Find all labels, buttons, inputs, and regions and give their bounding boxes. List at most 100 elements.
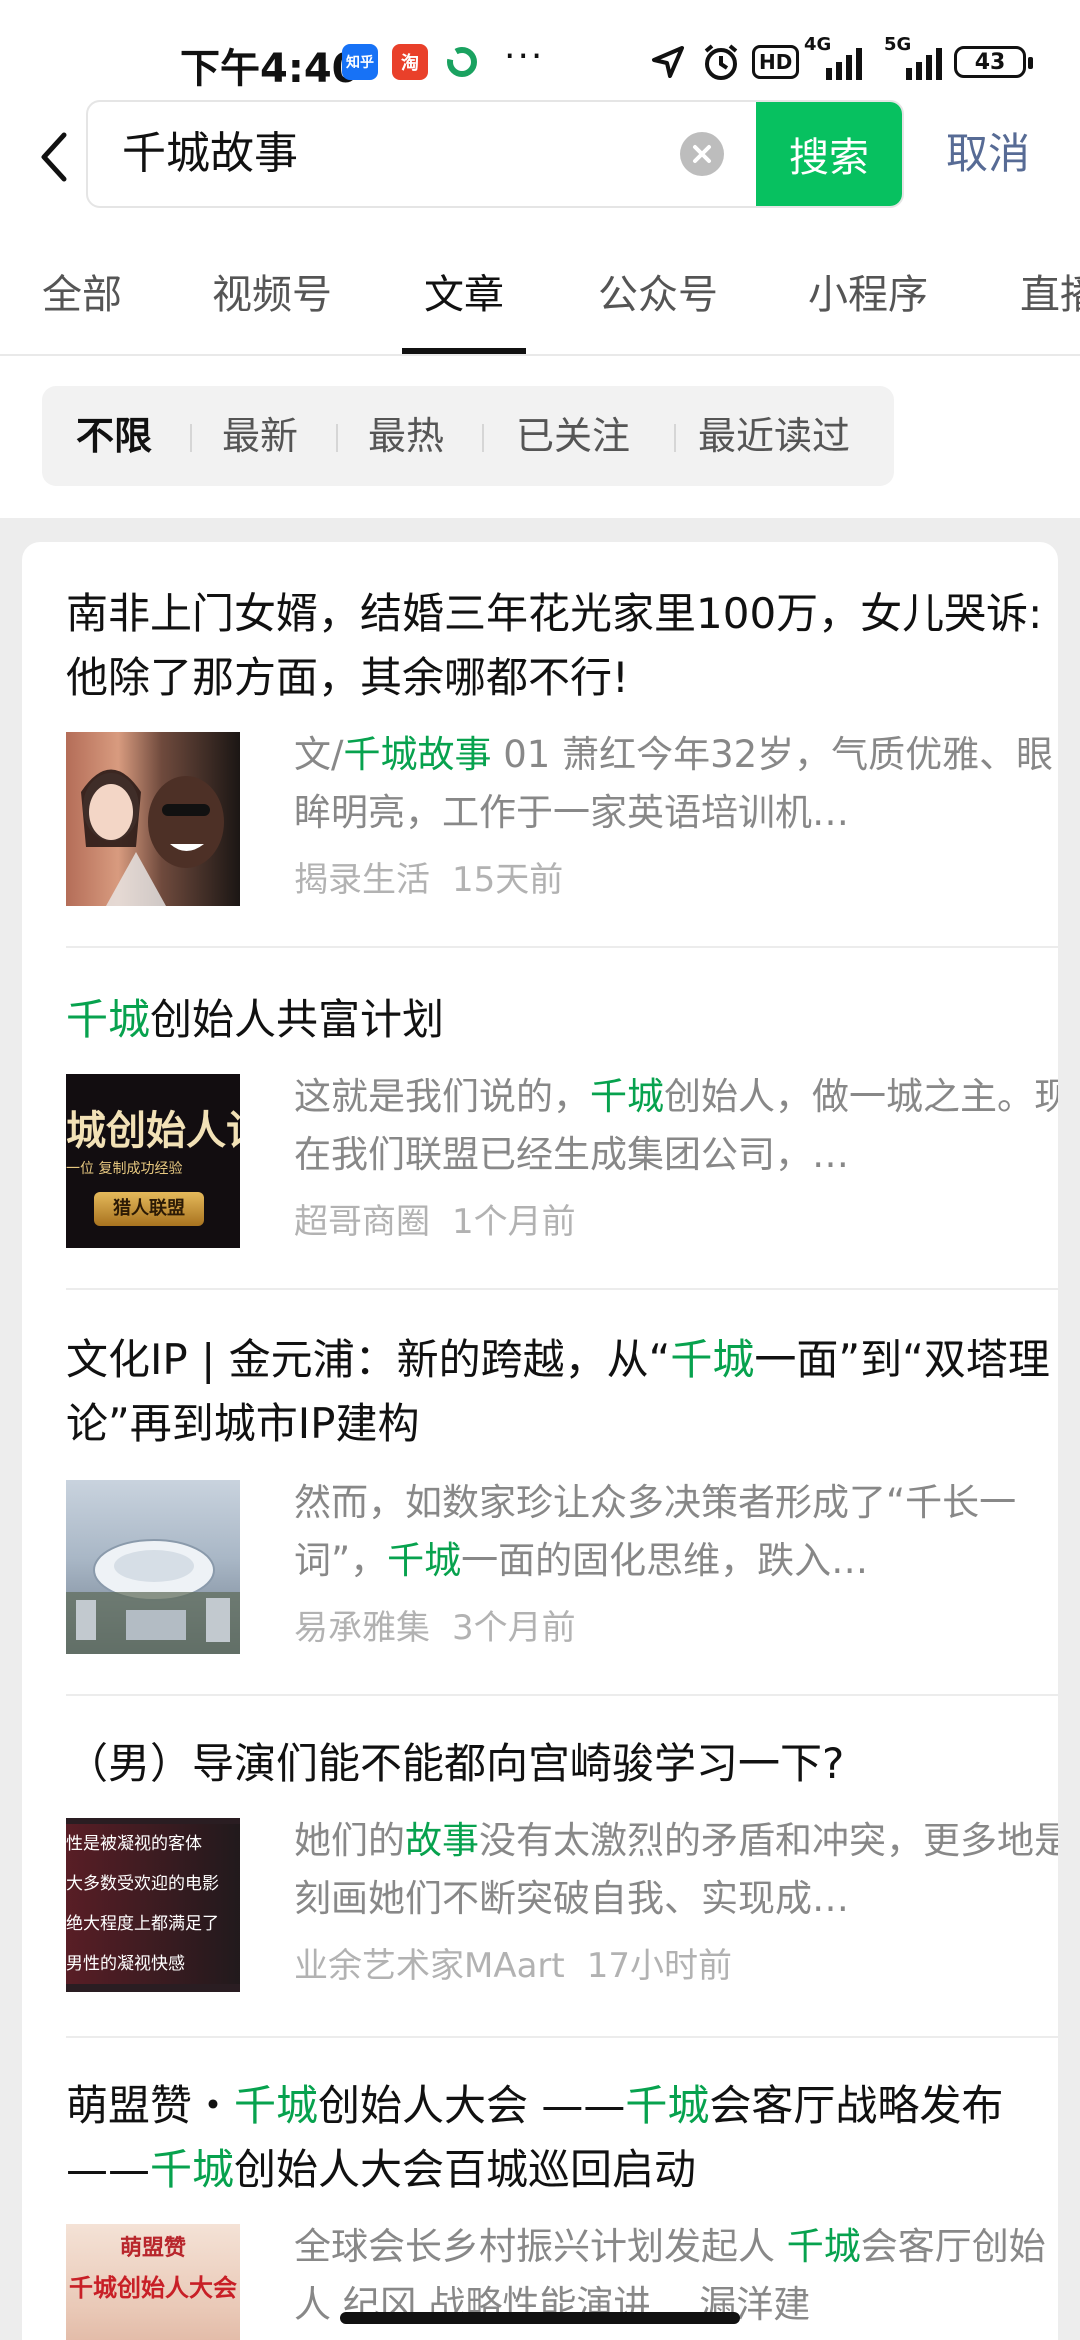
article-item[interactable]: （男）导演们能不能都向宫崎骏学习一下? 性是被凝视的客体 大多数受欢迎的电影 绝… <box>66 1732 1058 1992</box>
filter-area: 不限 最新 最热 已关注 最近读过 <box>0 356 1080 518</box>
title-text: 文化IP | 金元浦：新的跨越，从“ <box>66 1335 671 1384</box>
thumb-caption: 城创始人计 <box>66 1108 240 1154</box>
article-source: 易承雅集 <box>294 1608 430 1648</box>
article-snippet: 这就是我们说的，千城创始人，做一城之主。现在我们联盟已经生成集团公司，… <box>294 1068 1058 1184</box>
article-thumbnail: 城创始人计 一位 复制成功经验 猎人联盟 <box>66 1074 240 1248</box>
title-text: 创始人大会百城巡回启动 <box>234 2145 697 2194</box>
article-thumbnail: 性是被凝视的客体 大多数受欢迎的电影 绝大程度上都满足了 男性的凝视快感 <box>66 1818 240 1992</box>
search-header: 千城故事 搜索 取消 <box>0 100 1080 220</box>
filter-recently-read[interactable]: 最近读过 <box>698 386 850 486</box>
tab-articles[interactable]: 文章 <box>424 262 504 320</box>
category-tabs: 全部 视频号 文章 公众号 小程序 直播 <box>0 220 1080 356</box>
article-thumbnail: 萌盟赞 千城创始人大会 <box>66 2224 240 2340</box>
active-tab-indicator <box>402 348 526 354</box>
filter-unlimited[interactable]: 不限 <box>76 386 152 486</box>
article-source: 揭录生活 <box>294 860 430 900</box>
filter-followed[interactable]: 已关注 <box>516 386 630 486</box>
divider <box>66 1694 1058 1696</box>
article-meta: 超哥商圈 1个月前 <box>294 1194 576 1243</box>
article-snippet: 文/千城故事 01 萧红今年32岁，气质优雅、眼眸明亮，工作于一家英语培训机… <box>294 726 1058 842</box>
chevron-left-icon <box>41 132 67 182</box>
article-snippet: 她们的故事没有太激烈的矛盾和冲突，更多地是刻画她们不断突破自我、实现成… <box>294 1812 1058 1928</box>
article-meta: 揭录生活 15天前 <box>294 852 563 901</box>
hd-voice-icon: HD <box>752 45 800 79</box>
zhihu-app-icon: 知乎 <box>342 44 378 80</box>
article-time: 15天前 <box>452 860 564 900</box>
filter-hottest[interactable]: 最热 <box>368 386 444 486</box>
thumb-caption: 一位 复制成功经验 <box>66 1161 183 1177</box>
article-source: 超哥商圈 <box>294 1202 430 1242</box>
tab-channels[interactable]: 视频号 <box>212 262 332 320</box>
filter-newest[interactable]: 最新 <box>222 386 298 486</box>
snippet-highlight: 千城故事 <box>343 733 492 776</box>
signal-4g-icon: 4G <box>804 34 874 84</box>
article-snippet: 然而，如数家珍让众多决策者形成了“千长一词”，千城一面的固化思维，跌入… <box>294 1474 1058 1590</box>
snippet-highlight: 千城 <box>590 1075 664 1118</box>
filter-divider <box>336 424 338 452</box>
title-highlight: 千城 <box>670 1335 755 1384</box>
more-notifications-icon: ··· <box>504 36 545 77</box>
home-indicator[interactable] <box>340 2312 740 2324</box>
title-highlight: 千城 <box>150 2145 235 2194</box>
divider <box>66 2036 1058 2038</box>
article-time: 1个月前 <box>452 1202 576 1242</box>
tab-official-accounts[interactable]: 公众号 <box>598 262 718 320</box>
article-title: 南非上门女婿，结婚三年花光家里100万，女儿哭诉:他除了那方面，其余哪都不行! <box>66 589 1043 702</box>
article-item[interactable]: 南非上门女婿，结婚三年花光家里100万，女儿哭诉:他除了那方面，其余哪都不行! … <box>66 582 1058 906</box>
article-time: 17小时前 <box>586 1946 733 1986</box>
divider <box>66 946 1058 948</box>
title-highlight: 千城 <box>66 995 151 1044</box>
article-source: 业余艺术家MAart <box>294 1946 565 1986</box>
tab-mini-programs[interactable]: 小程序 <box>808 262 928 320</box>
clear-icon[interactable] <box>680 132 724 176</box>
snippet-highlight: 千城 <box>786 2225 861 2268</box>
thumb-caption: 千城创始人大会 <box>69 2274 237 2302</box>
snippet-text: 这就是我们说的， <box>294 1075 590 1118</box>
article-title: 萌盟赞・千城创始人大会 ——千城会客厅战略发布 ——千城创始人大会百城巡回启动 <box>66 2074 1056 2202</box>
article-title: （男）导演们能不能都向宫崎骏学习一下? <box>66 1739 845 1788</box>
article-item[interactable]: 文化IP | 金元浦：新的跨越，从“千城一面”到“双塔理论”再到城市IP建构 然… <box>66 1328 1058 1654</box>
article-time: 3个月前 <box>452 1608 576 1648</box>
divider <box>66 1288 1058 1290</box>
search-box: 千城故事 搜索 <box>86 100 904 208</box>
battery-icon: 43 <box>954 46 1033 78</box>
filter-bar: 不限 最新 最热 已关注 最近读过 <box>42 386 894 486</box>
thumb-caption: 猎人联盟 <box>94 1192 204 1226</box>
snippet-highlight: 故事 <box>405 1819 479 1862</box>
status-bar: 下午4:40 知乎 淘 ··· HD 4G 5G 43 <box>0 0 1080 100</box>
back-button[interactable] <box>24 122 84 192</box>
article-meta: 业余艺术家MAart 17小时前 <box>294 1938 732 1987</box>
article-thumbnail <box>66 732 240 906</box>
network-type-label: 4G <box>804 34 832 55</box>
article-title: 千城创始人共富计划 <box>66 988 1056 1052</box>
snippet-text: 全球会长乡村振兴计划发起人 <box>294 2225 787 2268</box>
title-highlight: 千城 <box>625 2081 710 2130</box>
article-meta: 易承雅集 3个月前 <box>294 1600 576 1649</box>
status-time: 下午4:40 <box>180 46 360 92</box>
signal-5g-icon: 5G <box>884 34 954 84</box>
thumb-caption: 大多数受欢迎的电影 <box>66 1874 219 1894</box>
location-icon <box>648 40 688 84</box>
article-item[interactable]: 萌盟赞・千城创始人大会 ——千城会客厅战略发布 ——千城创始人大会百城巡回启动 … <box>66 2074 1056 2340</box>
results-list: 南非上门女婿，结婚三年花光家里100万，女儿哭诉:他除了那方面，其余哪都不行! … <box>22 542 1058 2340</box>
title-text: 萌盟赞・ <box>66 2081 235 2130</box>
filter-divider <box>190 424 192 452</box>
thumb-caption: 性是被凝视的客体 <box>66 1834 202 1854</box>
title-highlight: 千城 <box>234 2081 319 2130</box>
tab-live[interactable]: 直播 <box>1020 262 1080 320</box>
search-input[interactable]: 千城故事 <box>122 102 298 206</box>
thumb-caption: 男性的凝视快感 <box>66 1954 185 1974</box>
snippet-text: 文/ <box>294 733 344 776</box>
title-text: 创始人大会 —— <box>318 2081 626 2130</box>
taobao-app-icon: 淘 <box>392 44 428 80</box>
filter-divider <box>674 424 676 452</box>
tab-all[interactable]: 全部 <box>42 262 122 320</box>
filter-divider <box>482 424 484 452</box>
article-thumbnail <box>66 1480 240 1654</box>
network-type-label: 5G <box>884 34 912 55</box>
search-button[interactable]: 搜索 <box>756 102 902 206</box>
cancel-button[interactable]: 取消 <box>946 122 1030 186</box>
thumb-caption: 萌盟赞 <box>119 2236 186 2261</box>
article-item[interactable]: 千城创始人共富计划 城创始人计 一位 复制成功经验 猎人联盟 这就是我们说的，千… <box>66 988 1058 1248</box>
alarm-icon <box>700 40 742 84</box>
